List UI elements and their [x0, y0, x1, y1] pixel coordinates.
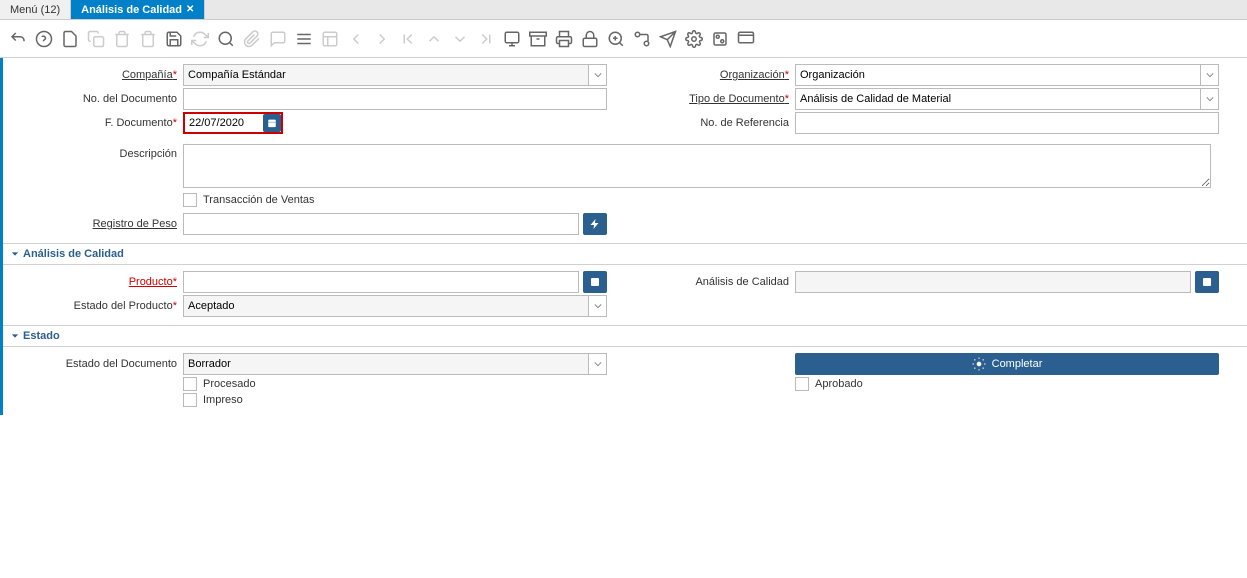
- refresh-icon: [188, 27, 212, 51]
- report-icon[interactable]: [500, 27, 524, 51]
- dropdown-tipo-documento[interactable]: [1201, 88, 1219, 110]
- label-no-documento: No. del Documento: [13, 93, 183, 105]
- down-icon: [448, 27, 472, 51]
- checkbox-impreso[interactable]: [183, 393, 197, 407]
- print-icon[interactable]: [552, 27, 576, 51]
- field-tipo-documento[interactable]: [795, 88, 1201, 110]
- label-producto[interactable]: Producto*: [13, 276, 183, 288]
- tab-menu-label: Menú (12): [10, 4, 60, 16]
- section-analisis-calidad[interactable]: Análisis de Calidad: [3, 243, 1247, 265]
- tab-active-label: Análisis de Calidad: [81, 4, 182, 16]
- label-aprobado: Aprobado: [815, 378, 863, 390]
- workflow-icon[interactable]: [630, 27, 654, 51]
- label-analisis: Análisis de Calidad: [625, 276, 795, 288]
- dropdown-compania[interactable]: [589, 64, 607, 86]
- tab-menu[interactable]: Menú (12): [0, 0, 71, 19]
- section-estado[interactable]: Estado: [3, 325, 1247, 347]
- field-producto[interactable]: [183, 271, 579, 293]
- toolbar: [0, 20, 1247, 58]
- dropdown-estado-doc[interactable]: [589, 353, 607, 375]
- lookup-producto[interactable]: [583, 271, 607, 293]
- help-icon[interactable]: [32, 27, 56, 51]
- label-registro-peso[interactable]: Registro de Peso: [13, 218, 183, 230]
- delete-icon: [110, 27, 134, 51]
- label-organizacion[interactable]: Organización*: [625, 69, 795, 81]
- field-estado-producto[interactable]: [183, 295, 589, 317]
- grid-icon: [318, 27, 342, 51]
- label-tipo-documento[interactable]: Tipo de Documento*: [625, 93, 795, 105]
- section-estado-body: Estado del Documento Completar Procesado: [3, 347, 1247, 415]
- save-icon[interactable]: [162, 27, 186, 51]
- list-icon[interactable]: [292, 27, 316, 51]
- main-form: Compañía* Organización* No. del Document…: [3, 58, 1247, 243]
- section-title-calidad: Análisis de Calidad: [23, 248, 124, 260]
- search-icon[interactable]: [214, 27, 238, 51]
- chat-icon: [266, 27, 290, 51]
- field-analisis[interactable]: [795, 271, 1191, 293]
- send-icon[interactable]: [656, 27, 680, 51]
- field-registro-peso[interactable]: [183, 213, 579, 235]
- label-trans-ventas: Transacción de Ventas: [203, 194, 315, 206]
- button-completar-label: Completar: [992, 358, 1043, 370]
- label-estado-producto: Estado del Producto*: [13, 300, 183, 312]
- next-icon: [370, 27, 394, 51]
- dropdown-estado-producto[interactable]: [589, 295, 607, 317]
- section-calidad-body: Producto* Análisis de Calidad Estado del…: [3, 265, 1247, 325]
- gear-icon[interactable]: [682, 27, 706, 51]
- first-icon: [396, 27, 420, 51]
- label-procesado: Procesado: [203, 378, 256, 390]
- checkbox-procesado[interactable]: [183, 377, 197, 391]
- lookup-analisis[interactable]: [1195, 271, 1219, 293]
- field-no-documento[interactable]: [183, 88, 607, 110]
- delete2-icon: [136, 27, 160, 51]
- up-icon: [422, 27, 446, 51]
- tab-bar: Menú (12) Análisis de Calidad ✕: [0, 0, 1247, 20]
- info-icon[interactable]: [708, 27, 732, 51]
- screen-icon[interactable]: [734, 27, 758, 51]
- button-completar[interactable]: Completar: [795, 353, 1219, 375]
- checkbox-aprobado[interactable]: [795, 377, 809, 391]
- close-icon[interactable]: ✕: [186, 4, 194, 15]
- field-descripcion[interactable]: [183, 144, 1211, 188]
- prev-icon: [344, 27, 368, 51]
- calendar-icon[interactable]: [263, 114, 281, 132]
- label-impreso: Impreso: [203, 394, 243, 406]
- label-estado-doc: Estado del Documento: [13, 358, 183, 370]
- new-icon[interactable]: [58, 27, 82, 51]
- lookup-registro-peso[interactable]: [583, 213, 607, 235]
- field-organizacion[interactable]: [795, 64, 1201, 86]
- label-no-referencia: No. de Referencia: [625, 117, 795, 129]
- field-compania[interactable]: [183, 64, 589, 86]
- copy-icon: [84, 27, 108, 51]
- section-title-estado: Estado: [23, 330, 60, 342]
- attach-icon: [240, 27, 264, 51]
- undo-icon[interactable]: [6, 27, 30, 51]
- field-estado-doc[interactable]: [183, 353, 589, 375]
- zoom-icon[interactable]: [604, 27, 628, 51]
- label-compania[interactable]: Compañía*: [13, 69, 183, 81]
- checkbox-trans-ventas[interactable]: [183, 193, 197, 207]
- dropdown-organizacion[interactable]: [1201, 64, 1219, 86]
- lock-icon[interactable]: [578, 27, 602, 51]
- archive-icon[interactable]: [526, 27, 550, 51]
- label-f-documento: F. Documento*: [13, 117, 183, 129]
- last-icon: [474, 27, 498, 51]
- label-descripcion: Descripción: [13, 144, 183, 160]
- field-no-referencia[interactable]: [795, 112, 1219, 134]
- tab-analisis-calidad[interactable]: Análisis de Calidad ✕: [71, 0, 205, 19]
